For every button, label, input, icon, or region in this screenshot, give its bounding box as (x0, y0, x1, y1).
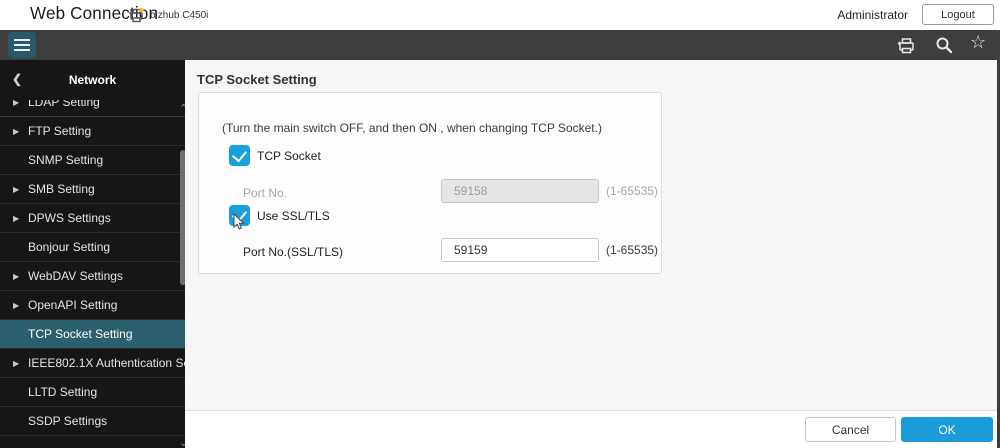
footer-action-bar: Cancel OK (185, 410, 1000, 448)
port-no-input[interactable] (441, 179, 599, 203)
app-header: Web Connection bizhub C450i Administrato… (0, 0, 1000, 30)
device-info: bizhub C450i (128, 7, 208, 23)
cancel-button[interactable]: Cancel (805, 417, 896, 442)
printer-device-icon (128, 7, 145, 23)
tcp-socket-settings-panel: (Turn the main switch OFF, and then ON ,… (198, 92, 662, 274)
toolbar (0, 30, 1000, 60)
sidebar-item-tcp-socket-setting[interactable]: TCP Socket Setting (0, 320, 185, 349)
expand-arrow-icon: ▶ (13, 100, 19, 105)
expand-arrow-icon: ▶ (13, 349, 19, 378)
page-title: TCP Socket Setting (197, 72, 317, 87)
hamburger-menu-button[interactable] (8, 32, 36, 58)
logged-in-user: Administrator (837, 8, 908, 22)
port-no-label: Port No. (243, 186, 287, 200)
expand-arrow-icon: ▶ (13, 204, 19, 233)
search-icon[interactable] (935, 36, 953, 54)
mouse-cursor-icon (232, 213, 246, 231)
use-ssl-tls-checkbox-label: Use SSL/TLS (257, 209, 330, 223)
sidebar-item-smb-setting[interactable]: ▶ SMB Setting (0, 175, 185, 204)
tcp-socket-checkbox-label: TCP Socket (257, 149, 321, 163)
expand-arrow-icon: ▶ (13, 117, 19, 146)
hamburger-icon (14, 39, 30, 41)
port-no-ssl-tls-range-hint: (1-65535) (606, 243, 658, 257)
logout-button[interactable]: Logout (922, 4, 994, 25)
printer-icon[interactable] (896, 36, 916, 54)
sidebar-item-snmp-setting[interactable]: SNMP Setting (0, 146, 185, 175)
expand-arrow-icon: ▶ (13, 291, 19, 320)
sidebar-item-ssdp-settings[interactable]: SSDP Settings (0, 407, 185, 436)
sidebar-item-bonjour-setting[interactable]: Bonjour Setting (0, 233, 185, 262)
tcp-socket-checkbox[interactable] (229, 145, 250, 166)
sidebar-item-ldap-setting[interactable]: ▶ LDAP Setting (0, 100, 185, 117)
ok-button[interactable]: OK (901, 417, 993, 442)
sidebar-item-dpws-settings[interactable]: ▶ DPWS Settings (0, 204, 185, 233)
sidebar-title: Network (0, 73, 185, 87)
sidebar-network-menu: ❮ Network ▶ LDAP Setting ▶ FTP Setting S… (0, 60, 185, 448)
sidebar-item-ieee8021x-authentication-setting[interactable]: ▶ IEEE802.1X Authentication Setting (0, 349, 185, 378)
main-content: TCP Socket Setting (Turn the main switch… (185, 60, 997, 448)
port-no-ssl-tls-input[interactable] (441, 238, 599, 262)
port-no-ssl-tls-label: Port No.(SSL/TLS) (243, 245, 343, 259)
sidebar-header: ❮ Network (0, 60, 185, 100)
sidebar-item-lltd-setting[interactable]: LLTD Setting (0, 378, 185, 407)
port-no-range-hint: (1-65535) (606, 184, 658, 198)
sidebar-item-openapi-setting[interactable]: ▶ OpenAPI Setting (0, 291, 185, 320)
panel-note: (Turn the main switch OFF, and then ON ,… (222, 121, 602, 135)
device-name: bizhub C450i (150, 10, 208, 21)
sidebar-list: ▶ LDAP Setting ▶ FTP Setting SNMP Settin… (0, 100, 185, 448)
expand-arrow-icon: ▶ (13, 262, 19, 291)
sidebar-item-webdav-settings[interactable]: ▶ WebDAV Settings (0, 262, 185, 291)
sidebar-item-ftp-setting[interactable]: ▶ FTP Setting (0, 117, 185, 146)
expand-arrow-icon: ▶ (13, 175, 19, 204)
star-icon[interactable]: ☆ (970, 32, 986, 53)
